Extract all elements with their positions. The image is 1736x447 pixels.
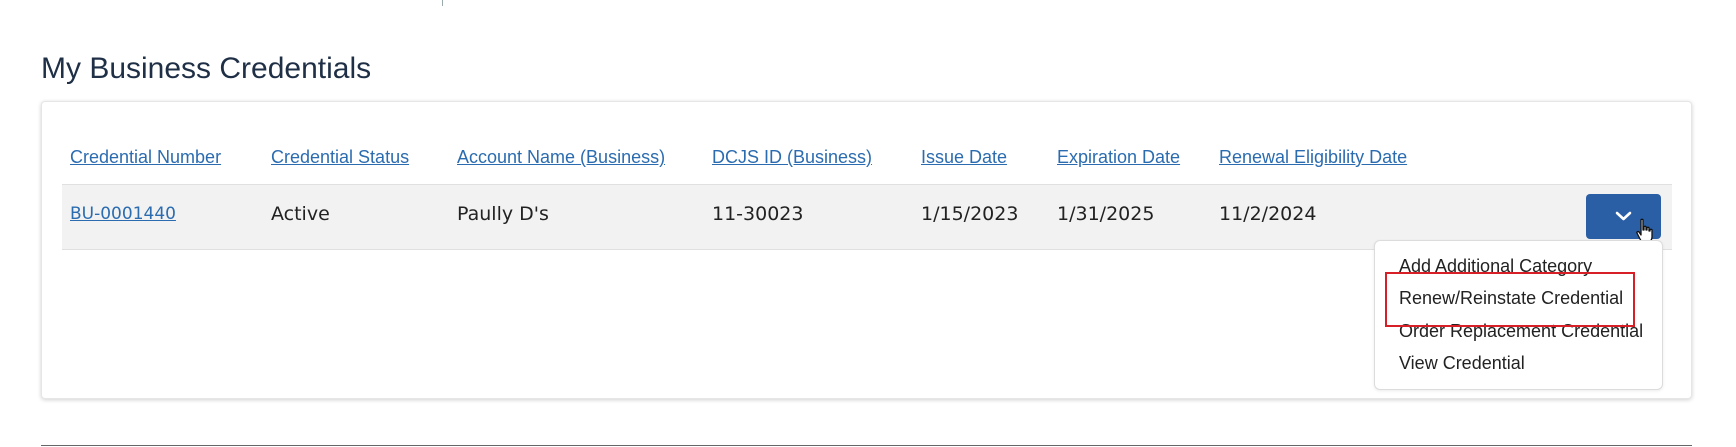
header-dcjs-id[interactable]: DCJS ID (Business) [712,147,872,168]
header-credential-number[interactable]: Credential Number [70,147,221,168]
account-name: Paully D's [457,203,549,225]
menu-item-renew-reinstate-credential[interactable]: Renew/Reinstate Credential [1399,288,1623,309]
header-account-name[interactable]: Account Name (Business) [457,147,665,168]
credential-number-link[interactable]: BU-0001440 [70,204,176,224]
menu-item-order-replacement-credential[interactable]: Order Replacement Credential [1399,321,1643,342]
header-issue-date[interactable]: Issue Date [921,147,1007,168]
page: My Business Credentials Credential Numbe… [0,0,1736,447]
truncated-top-content [380,0,560,6]
chevron-down-icon [1615,211,1632,221]
header-renewal-eligibility-date[interactable]: Renewal Eligibility Date [1219,147,1407,168]
actions-dropdown-menu: Add Additional Category Renew/Reinstate … [1374,240,1663,390]
expiration-date: 1/31/2025 [1057,203,1155,225]
dcjs-id: 11-30023 [712,203,804,225]
issue-date: 1/15/2023 [921,203,1019,225]
renewal-eligibility-date: 11/2/2024 [1219,203,1317,225]
table-header-row: Credential Number Credential Status Acco… [42,147,1691,169]
menu-item-add-additional-category[interactable]: Add Additional Category [1399,256,1592,277]
header-expiration-date[interactable]: Expiration Date [1057,147,1180,168]
menu-item-view-credential[interactable]: View Credential [1399,353,1525,374]
separator-line [442,0,443,6]
header-credential-status[interactable]: Credential Status [271,147,409,168]
section-title: My Business Credentials [41,52,372,85]
credential-status: Active [271,203,330,225]
section-divider [41,445,1692,446]
